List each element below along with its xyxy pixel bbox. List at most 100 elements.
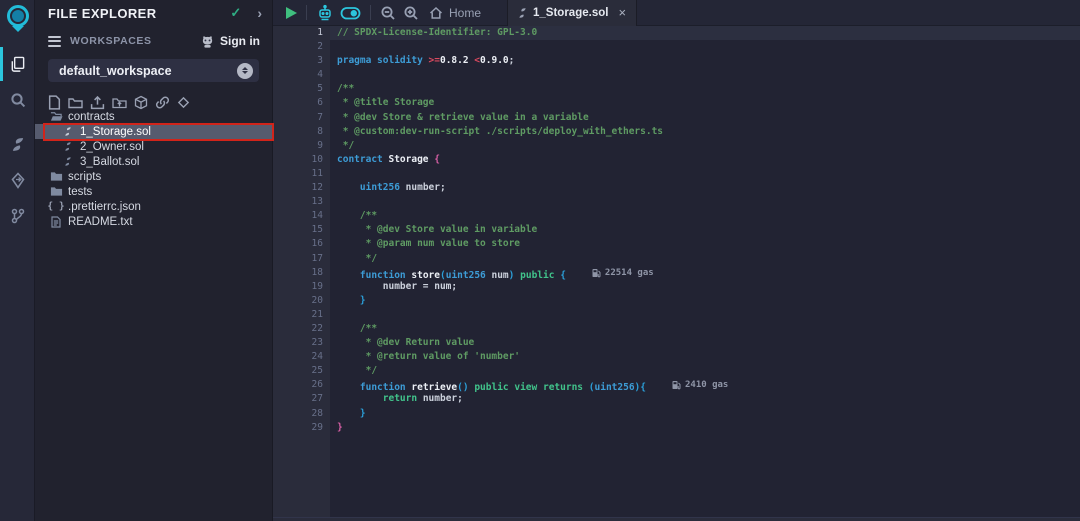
ai-assistant-button[interactable]	[316, 4, 334, 22]
line-number[interactable]: 10	[273, 153, 323, 167]
expand-chevron-icon[interactable]: ›	[257, 5, 262, 21]
code-line-13[interactable]	[330, 195, 1080, 209]
upload-folder-icon[interactable]	[112, 96, 127, 109]
tree-item-scripts[interactable]: scripts	[35, 169, 272, 184]
line-number[interactable]: 4	[273, 68, 323, 82]
line-number[interactable]: 19	[273, 280, 323, 294]
code-line-15[interactable]: * @dev Store value in variable	[330, 223, 1080, 237]
code-line-24[interactable]: * @return value of 'number'	[330, 350, 1080, 364]
code-line-20[interactable]: }	[330, 294, 1080, 308]
line-number[interactable]: 20	[273, 294, 323, 308]
rail-deploy-and-run[interactable]	[0, 163, 35, 197]
code-line-28[interactable]: }	[330, 407, 1080, 421]
code-line-8[interactable]: * @custom:dev-run-script ./scripts/deplo…	[330, 125, 1080, 139]
tree-item-3-ballot-sol[interactable]: 3_Ballot.sol	[35, 154, 272, 169]
workspace-name: default_workspace	[59, 64, 237, 78]
code-line-18[interactable]: function store(uint256 num) public {2251…	[330, 266, 1080, 280]
rail-file-explorer[interactable]	[0, 47, 35, 81]
code-line-4[interactable]	[330, 68, 1080, 82]
code-line-2[interactable]	[330, 40, 1080, 54]
line-number[interactable]: 27	[273, 392, 323, 406]
line-number[interactable]: 9	[273, 139, 323, 153]
tree-item-tests[interactable]: tests	[35, 184, 272, 199]
line-number[interactable]: 13	[273, 195, 323, 209]
accept-check-icon[interactable]: ✓	[230, 5, 241, 21]
line-number[interactable]: 22	[273, 322, 323, 336]
code-line-23[interactable]: * @dev Return value	[330, 336, 1080, 350]
new-folder-icon[interactable]	[68, 96, 83, 109]
tree-item--prettierrc-json[interactable]: { }.prettierrc.json	[35, 199, 272, 214]
line-number[interactable]: 21	[273, 308, 323, 322]
tree-item-label: tests	[68, 186, 92, 198]
tree-item-readme-txt[interactable]: README.txt	[35, 214, 272, 229]
line-number[interactable]: 25	[273, 364, 323, 378]
rail-git[interactable]	[0, 199, 35, 233]
code-line-14[interactable]: /**	[330, 209, 1080, 223]
code-line-12[interactable]: uint256 number;	[330, 181, 1080, 195]
tab-1-storage-sol[interactable]: 1_Storage.sol ×	[507, 0, 637, 26]
line-number[interactable]: 15	[273, 223, 323, 237]
ai-toggle-button[interactable]	[340, 5, 361, 21]
upload-file-icon[interactable]	[90, 95, 105, 110]
code-line-6[interactable]: * @title Storage	[330, 96, 1080, 110]
home-button[interactable]: Home	[429, 6, 481, 20]
code-line-1[interactable]: // SPDX-License-Identifier: GPL-3.0	[330, 26, 1080, 40]
code-line-5[interactable]: /**	[330, 82, 1080, 96]
code-line-27[interactable]: return number;	[330, 392, 1080, 406]
line-number[interactable]: 18	[273, 266, 323, 280]
code-line-26[interactable]: function retrieve() public view returns …	[330, 378, 1080, 392]
line-number[interactable]: 2	[273, 40, 323, 54]
diamond-icon[interactable]	[177, 96, 190, 109]
workspace-dropdown[interactable]: default_workspace	[48, 59, 259, 82]
line-number[interactable]: 24	[273, 350, 323, 364]
line-number[interactable]: 7	[273, 111, 323, 125]
github-icon	[200, 35, 215, 48]
line-number[interactable]: 29	[273, 421, 323, 435]
line-number[interactable]: 14	[273, 209, 323, 223]
line-number[interactable]: 17	[273, 252, 323, 266]
new-file-icon[interactable]	[48, 95, 61, 110]
line-number[interactable]: 16	[273, 237, 323, 251]
line-number[interactable]: 6	[273, 96, 323, 110]
tree-item-1-storage-sol[interactable]: 1_Storage.sol	[35, 124, 272, 139]
run-script-button[interactable]	[273, 7, 297, 19]
ipfs-cube-icon[interactable]	[134, 95, 148, 110]
remix-logo-icon	[5, 5, 31, 33]
tree-item-2-owner-sol[interactable]: 2_Owner.sol	[35, 139, 272, 154]
terminal-drag-handle[interactable]	[273, 517, 1080, 521]
code-line-22[interactable]: /**	[330, 322, 1080, 336]
remix-logo[interactable]	[0, 1, 35, 37]
zoom-in-button[interactable]	[403, 5, 419, 21]
rail-solidity-compiler[interactable]	[0, 127, 35, 161]
sign-in-button[interactable]: Sign in	[200, 34, 260, 48]
code-line-25[interactable]: */	[330, 364, 1080, 378]
code-line-9[interactable]: */	[330, 139, 1080, 153]
code-line-3[interactable]: pragma solidity >=0.8.2 <0.9.0;	[330, 54, 1080, 68]
link-icon[interactable]	[155, 95, 170, 110]
code-line-29[interactable]: }	[330, 421, 1080, 435]
code-line-17[interactable]: */	[330, 252, 1080, 266]
line-number[interactable]: 3	[273, 54, 323, 68]
workspaces-menu-icon[interactable]	[48, 36, 61, 47]
code-line-16[interactable]: * @param num value to store	[330, 237, 1080, 251]
code-line-21[interactable]	[330, 308, 1080, 322]
code-line-7[interactable]: * @dev Store & retrieve value in a varia…	[330, 111, 1080, 125]
line-number[interactable]: 23	[273, 336, 323, 350]
dropdown-stepper-icon[interactable]	[237, 63, 253, 79]
tree-item-contracts[interactable]: contracts	[35, 109, 272, 124]
code-line-10[interactable]: contract Storage {	[330, 153, 1080, 167]
line-number[interactable]: 28	[273, 407, 323, 421]
line-number[interactable]: 8	[273, 125, 323, 139]
code-line-19[interactable]: number = num;	[330, 280, 1080, 294]
rail-search[interactable]	[0, 83, 35, 117]
solidity-compiler-icon	[10, 136, 26, 153]
zoom-out-button[interactable]	[380, 5, 396, 21]
line-number[interactable]: 26	[273, 378, 323, 392]
line-number[interactable]: 12	[273, 181, 323, 195]
line-number[interactable]: 5	[273, 82, 323, 96]
line-number[interactable]: 11	[273, 167, 323, 181]
line-number[interactable]: 1	[273, 26, 323, 40]
code-line-11[interactable]	[330, 167, 1080, 181]
tab-close-icon[interactable]: ×	[618, 6, 626, 19]
tree-item-label: 2_Owner.sol	[80, 141, 144, 153]
